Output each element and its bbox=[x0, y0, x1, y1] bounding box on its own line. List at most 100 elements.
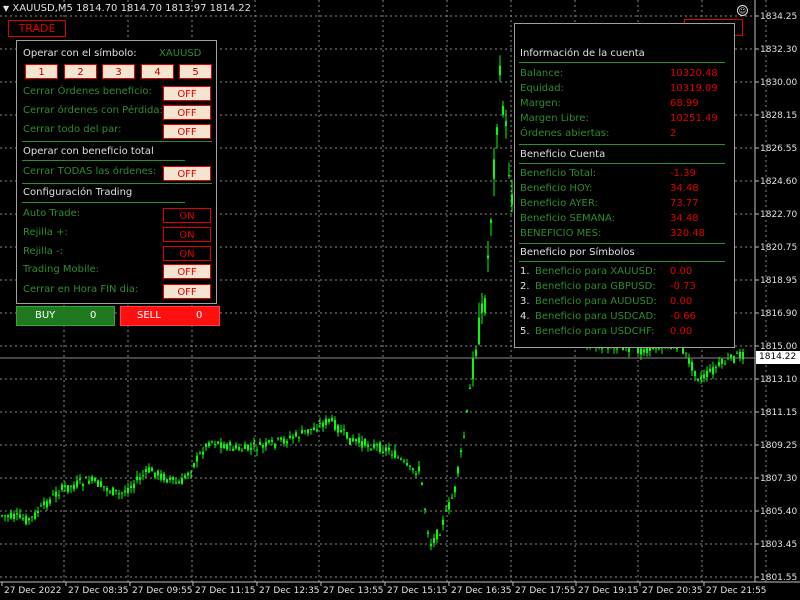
profit-total-value: -1.39 bbox=[670, 168, 696, 179]
symbol-value[interactable]: XAUUSD bbox=[159, 48, 201, 59]
section-divider bbox=[519, 243, 725, 244]
candle-body bbox=[208, 442, 210, 447]
candle-body bbox=[499, 65, 501, 76]
close-profit-toggle[interactable]: OFF bbox=[163, 86, 211, 101]
auto-trade-toggle[interactable]: ON bbox=[163, 208, 211, 223]
candle-body bbox=[340, 430, 342, 433]
close-profit-label: Cerrar Órdenes beneficio: bbox=[23, 86, 152, 97]
symbol-row-value: 0.00 bbox=[670, 326, 693, 337]
candle-body bbox=[403, 460, 405, 462]
lot-button-5[interactable]: 5 bbox=[179, 64, 212, 79]
lot-button-1[interactable]: 1 bbox=[25, 64, 58, 79]
margin-label: Margen: bbox=[520, 98, 561, 109]
sell-label: SELL bbox=[137, 310, 161, 321]
price-tick-label: 1807.30 bbox=[760, 474, 797, 484]
candle-body bbox=[265, 442, 267, 447]
lot-button-3[interactable]: 3 bbox=[102, 64, 135, 79]
sell-button[interactable]: SELL 0 bbox=[120, 306, 220, 326]
candle-body bbox=[334, 420, 336, 430]
candle-body bbox=[106, 488, 108, 491]
candle-body bbox=[256, 449, 258, 451]
time-tick-label: 27 Dec 2022 bbox=[4, 586, 62, 596]
candle-body bbox=[70, 485, 72, 488]
price-chart[interactable]: 1834.25 1832.30 1830.00 1828.15 1826.55 1824.… bbox=[0, 0, 800, 600]
candle-body bbox=[691, 362, 693, 371]
time-tick-label: 27 Dec 11:15 bbox=[195, 586, 256, 596]
candle-body bbox=[412, 468, 414, 471]
close-all-toggle[interactable]: OFF bbox=[163, 166, 211, 181]
profit-yesterday-value: 73.77 bbox=[670, 198, 699, 209]
sell-count: 0 bbox=[196, 310, 203, 321]
buy-button[interactable]: BUY 0 bbox=[16, 306, 115, 326]
price-tick-label: 1801.55 bbox=[760, 573, 797, 583]
candle-body bbox=[439, 534, 441, 536]
candle-body bbox=[706, 370, 708, 377]
close-loss-toggle[interactable]: OFF bbox=[163, 105, 211, 120]
candle-body bbox=[400, 458, 402, 460]
candle-body bbox=[241, 450, 243, 452]
tab-trade[interactable]: TRADE bbox=[8, 20, 66, 37]
grid-plus-toggle[interactable]: ON bbox=[163, 227, 211, 242]
candle-body bbox=[469, 387, 471, 389]
close-end-hour-toggle[interactable]: OFF bbox=[163, 284, 211, 299]
candle-body bbox=[235, 445, 237, 449]
close-end-hour-label: Cerrar en Hora FIN dia: bbox=[23, 284, 139, 295]
candle-body bbox=[121, 492, 123, 494]
candle-body bbox=[7, 515, 9, 518]
candle-body bbox=[700, 376, 702, 380]
symbol-row-label: Beneficio para GBPUSD: bbox=[535, 281, 656, 292]
auto-trade-label: Auto Trade: bbox=[23, 208, 81, 219]
candle-body bbox=[511, 194, 513, 205]
candle-body bbox=[136, 476, 138, 481]
candle-body bbox=[271, 439, 273, 442]
grid-minus-toggle[interactable]: ON bbox=[163, 246, 211, 261]
candle-body bbox=[1, 515, 3, 517]
candle-body bbox=[307, 429, 309, 434]
candle-body bbox=[289, 435, 291, 438]
candle-body bbox=[493, 159, 495, 179]
candle-body bbox=[640, 348, 642, 355]
symbol-header: ▼ XAUUSD,M5 1814.70 1814.70 1813.97 1814… bbox=[3, 3, 251, 14]
candle-body bbox=[22, 518, 24, 520]
candle-body bbox=[445, 510, 447, 512]
candle-body bbox=[220, 442, 222, 448]
candle-body bbox=[376, 444, 378, 446]
candle-body bbox=[688, 358, 690, 364]
time-tick-label: 27 Dec 16:35 bbox=[451, 586, 512, 596]
section-divider bbox=[22, 141, 212, 142]
candle-body bbox=[91, 476, 93, 481]
candle-body bbox=[175, 482, 177, 484]
candle-body bbox=[112, 487, 114, 496]
time-tick-label: 27 Dec 08:35 bbox=[68, 586, 129, 596]
lot-button-2[interactable]: 2 bbox=[64, 64, 97, 79]
price-tick-label: 1824.60 bbox=[760, 177, 797, 187]
trading-mobile-toggle[interactable]: OFF bbox=[163, 264, 211, 279]
grid-minus-label: Rejilla -: bbox=[23, 246, 64, 257]
candle-body bbox=[325, 418, 327, 425]
price-axis: 1834.25 1832.30 1830.00 1828.15 1826.55 1824.… bbox=[755, 12, 797, 583]
candle-body bbox=[232, 448, 234, 451]
lot-button-4[interactable]: 4 bbox=[141, 64, 174, 79]
price-tick-label: 1809.25 bbox=[760, 441, 797, 451]
account-profit-title: Beneficio Cuenta bbox=[520, 149, 606, 160]
candle-body bbox=[124, 490, 126, 493]
candle-body bbox=[268, 440, 270, 443]
candle-body bbox=[259, 441, 261, 445]
symbol-row-number: 2. bbox=[520, 281, 530, 292]
candle-body bbox=[406, 463, 408, 466]
candle-body bbox=[37, 511, 39, 513]
candle-body bbox=[94, 478, 96, 481]
candle-body bbox=[349, 437, 351, 445]
close-loss-label: Cerrar órdenes con Pérdida: bbox=[23, 105, 163, 116]
candle-body bbox=[43, 501, 45, 506]
candle-body bbox=[262, 444, 264, 448]
close-pair-toggle[interactable]: OFF bbox=[163, 124, 211, 139]
profit-week-value: 34.48 bbox=[670, 213, 699, 224]
section-divider bbox=[519, 62, 725, 63]
candle-body bbox=[127, 487, 129, 493]
candle-body bbox=[358, 437, 360, 443]
price-tick-label: 1826.55 bbox=[760, 144, 797, 154]
candle-body bbox=[367, 444, 369, 448]
candle-body bbox=[181, 478, 183, 485]
section-divider bbox=[22, 160, 185, 161]
